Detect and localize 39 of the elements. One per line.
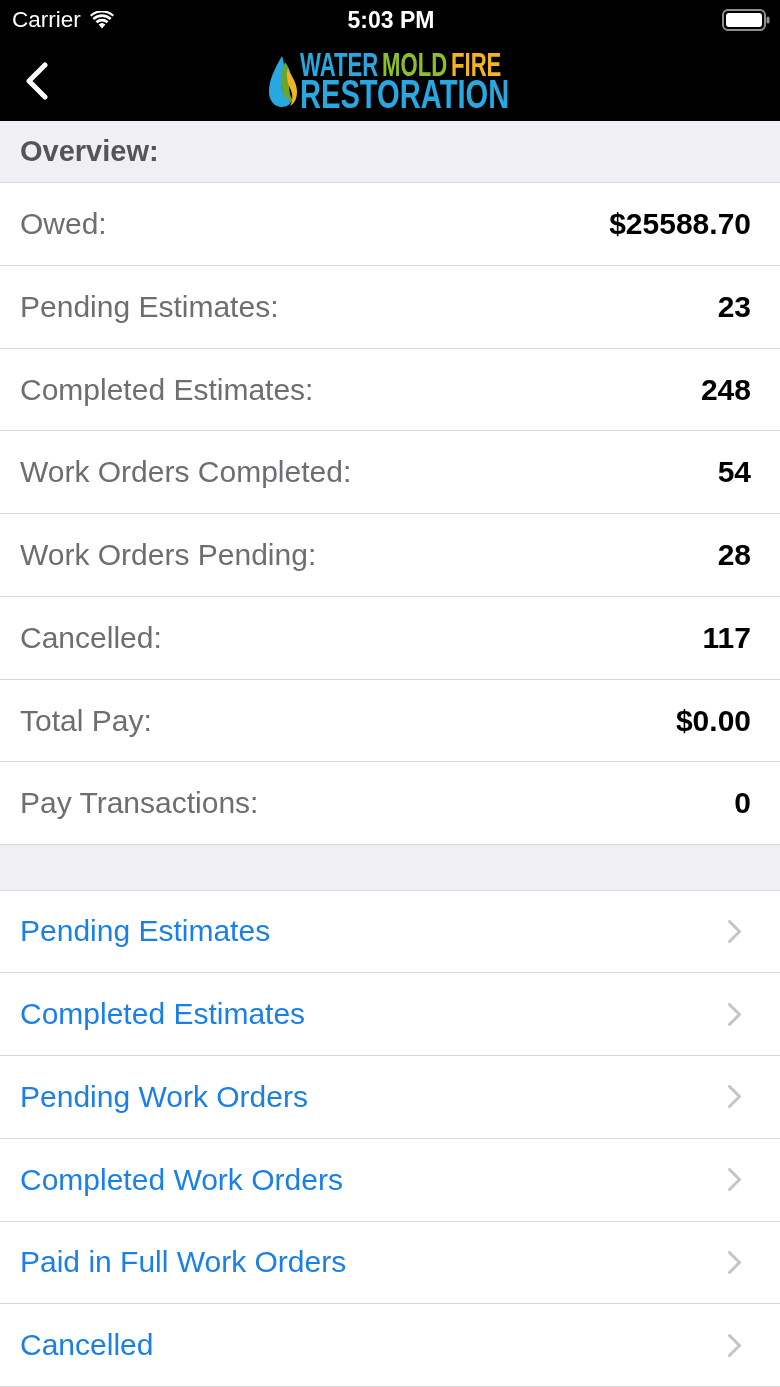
logo-word: MOLD [381,51,447,78]
stat-value: 117 [702,620,751,655]
wifi-icon [89,11,114,29]
carrier-text: Carrier [12,7,81,33]
list-item-label: Paid in Full Work Orders [20,1245,347,1280]
stat-value: 28 [717,538,751,573]
stat-value: 23 [717,289,751,324]
stat-label: Total Pay: [20,703,152,738]
list-item-label: Completed Estimates [20,997,306,1032]
stat-value: 248 [700,372,751,407]
stat-label: Owed: [20,207,107,242]
stat-label: Cancelled: [20,620,162,655]
stat-label: Work Orders Pending: [20,538,317,573]
stat-label: Pay Transactions: [20,786,259,821]
logo-word: FIRE [450,51,501,78]
chevron-right-icon [728,1333,741,1357]
list-item-label: Cancelled [20,1328,154,1363]
stat-value: $25588.70 [609,207,751,242]
list-item-label: Pending Estimates [20,914,271,949]
battery-icon [722,9,770,31]
back-button[interactable] [24,60,50,101]
list-item-label: Completed Work Orders [20,1162,343,1197]
logo-text: RESTORATION [299,78,509,110]
stat-label: Pending Estimates: [20,289,279,324]
stat-value: 54 [717,455,751,490]
stat-label: Work Orders Completed: [20,455,352,490]
stat-value: $0.00 [675,703,751,738]
chevron-right-icon [728,1002,741,1026]
stat-value: 0 [734,786,751,821]
clock-time: 5:03 PM [347,6,435,34]
chevron-left-icon [25,61,49,100]
chevron-right-icon [728,1085,741,1109]
chevron-right-icon [728,1168,741,1192]
chevron-right-icon [728,1250,741,1274]
section-title: Overview: [20,135,159,169]
chevron-right-icon [728,919,741,943]
stat-label: Completed Estimates: [20,372,314,407]
list-item-label: Pending Work Orders [20,1079,308,1114]
logo-word: WATER [299,51,378,78]
